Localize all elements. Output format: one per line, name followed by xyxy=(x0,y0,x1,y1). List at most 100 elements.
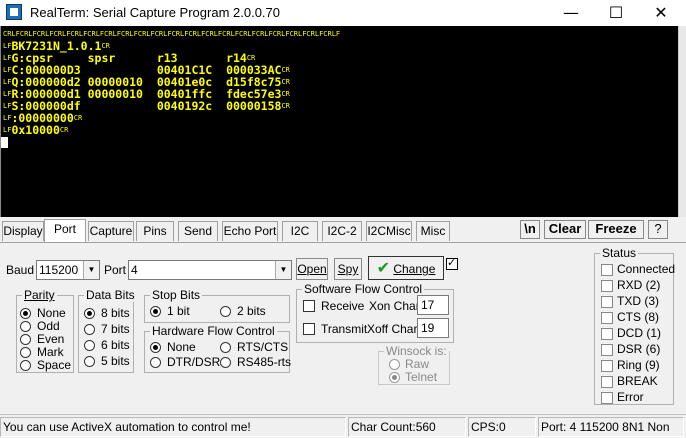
tab-pins[interactable]: Pins xyxy=(136,221,174,241)
control-char: CR xyxy=(281,66,290,74)
data-bits-5-radio[interactable] xyxy=(84,356,95,367)
control-char-run: CRLFCRLFCRLFCRLFCRLFCRLFCRLFCRLFCRLFCRLF… xyxy=(3,30,341,38)
stop-bits-2-label: 2 bits xyxy=(237,304,266,318)
char-count: Char Count:560 xyxy=(348,417,466,437)
winsock-telnet-radio[interactable] xyxy=(389,372,400,383)
stop-bits-title: Stop Bits xyxy=(150,288,203,302)
maximize-button[interactable]: ☐ xyxy=(593,0,639,26)
xon-input[interactable]: 17 xyxy=(417,295,449,315)
tab-i2c-2[interactable]: I2C-2 xyxy=(322,221,362,241)
control-char: CR xyxy=(59,126,69,134)
baud-select[interactable]: 115200 ▼ xyxy=(36,260,100,280)
sw-flow-title: Software Flow Control xyxy=(302,282,425,296)
status-label: BREAK xyxy=(617,374,658,388)
newline-button[interactable]: \n xyxy=(520,220,540,239)
terminal-line: LF0x10000CR xyxy=(3,124,68,136)
tab-capture[interactable]: Capture xyxy=(88,221,134,241)
status-label: DSR (6) xyxy=(617,342,661,356)
tab-display[interactable]: Display xyxy=(2,221,44,241)
baud-label: Baud xyxy=(6,263,35,277)
terminal-display[interactable]: CRLFCRLFCRLFCRLFCRLFCRLFCRLFCRLFCRLFCRLF… xyxy=(0,26,678,217)
control-char: CR xyxy=(101,42,110,50)
parity-mark-radio[interactable] xyxy=(20,347,31,358)
tab-i2cmisc[interactable]: I2CMisc xyxy=(366,221,412,241)
chevron-down-icon[interactable]: ▼ xyxy=(83,261,99,279)
data-bits-group: Data Bits 8 bits 7 bits 6 bits 5 bits xyxy=(78,288,137,373)
status-group: Status Connected RXD (2) TXD (3) CTS (8) DCD… xyxy=(594,246,676,405)
status-message: You can use ActiveX automation to contro… xyxy=(0,417,346,437)
xoff-input[interactable]: 19 xyxy=(417,318,449,338)
status-label: Connected xyxy=(617,262,676,276)
freeze-button[interactable]: Freeze xyxy=(588,220,644,239)
status-indicator xyxy=(601,344,613,356)
status-label: Error xyxy=(617,390,644,404)
hw-flow-rs485-radio[interactable] xyxy=(220,357,231,368)
data-bits-title: Data Bits xyxy=(84,288,137,302)
data-bits-8-radio[interactable] xyxy=(84,308,95,319)
close-button[interactable]: ✕ xyxy=(638,0,684,26)
data-bits-7-radio[interactable] xyxy=(84,324,95,335)
hw-flow-none-label: None xyxy=(167,340,196,354)
app-icon xyxy=(6,4,22,20)
parity-even-label: Even xyxy=(37,332,65,346)
parity-odd-label: Odd xyxy=(37,319,60,333)
status-label: RXD (2) xyxy=(617,278,661,292)
hw-flow-rs485-label: RS485-rts xyxy=(237,355,292,369)
parity-none-radio[interactable] xyxy=(20,308,31,319)
status-indicator xyxy=(601,280,613,292)
status-label: DCD (1) xyxy=(617,326,661,340)
parity-none-label: None xyxy=(37,306,66,320)
terminal-scrollbar[interactable] xyxy=(678,26,686,217)
winsock-telnet-label: Telnet xyxy=(405,370,438,384)
spy-button[interactable]: Spy xyxy=(334,258,362,280)
minimize-button[interactable]: — xyxy=(548,0,594,26)
status-label: Ring (9) xyxy=(617,358,660,372)
title-bar: RealTerm: Serial Capture Program 2.0.0.7… xyxy=(0,0,686,26)
control-char: CR xyxy=(281,78,290,86)
control-char: CR xyxy=(73,114,83,122)
sw-flow-receive-checkbox[interactable] xyxy=(303,300,315,312)
parity-space-label: Space xyxy=(37,358,72,372)
open-button[interactable]: Open xyxy=(296,258,328,280)
change-checkbox[interactable]: ✓ xyxy=(446,256,458,270)
hw-flow-dtrdsr-radio[interactable] xyxy=(150,357,161,368)
tab-misc[interactable]: Misc xyxy=(416,221,450,241)
data-bits-8-label: 8 bits xyxy=(101,306,130,320)
status-indicator xyxy=(601,392,613,404)
data-bits-5-label: 5 bits xyxy=(101,354,130,368)
port-select[interactable]: 4 ▼ xyxy=(128,260,292,280)
status-indicator xyxy=(601,376,613,388)
hw-flow-group: Hardware Flow Control None RTS/CTS DTR/D… xyxy=(144,324,292,373)
parity-group: Parity None Odd Even Mark Space xyxy=(16,288,74,373)
hw-flow-rtscts-radio[interactable] xyxy=(220,342,231,353)
status-indicator xyxy=(601,360,613,372)
tab-send[interactable]: Send xyxy=(178,221,218,241)
data-bits-7-label: 7 bits xyxy=(101,322,130,336)
port-panel: Baud 115200 ▼ Port 4 ▼ Open Spy ✔ Change… xyxy=(0,242,686,412)
parity-odd-radio[interactable] xyxy=(20,321,31,332)
status-label: CTS (8) xyxy=(617,310,659,324)
tab-echo-port[interactable]: Echo Port xyxy=(222,221,278,241)
status-bar: You can use ActiveX automation to contro… xyxy=(0,414,686,438)
data-bits-6-radio[interactable] xyxy=(84,340,95,351)
stop-bits-2-radio[interactable] xyxy=(220,306,231,317)
parity-title: Parity xyxy=(22,288,57,302)
winsock-raw-radio[interactable] xyxy=(389,359,400,370)
hw-flow-none-radio[interactable] xyxy=(150,342,161,353)
change-button[interactable]: ✔ Change xyxy=(368,256,444,280)
hw-flow-title: Hardware Flow Control xyxy=(150,324,277,338)
tab-i2c[interactable]: I2C xyxy=(282,221,318,241)
parity-even-radio[interactable] xyxy=(20,334,31,345)
help-button[interactable]: ? xyxy=(648,220,668,239)
window-title: RealTerm: Serial Capture Program 2.0.0.7… xyxy=(30,5,281,20)
tab-port[interactable]: Port xyxy=(44,219,86,242)
hw-flow-dtrdsr-label: DTR/DSR xyxy=(167,355,221,369)
status-indicator xyxy=(601,296,613,308)
stop-bits-1-radio[interactable] xyxy=(150,306,161,317)
stop-bits-group: Stop Bits 1 bit 2 bits xyxy=(144,288,290,323)
clear-button[interactable]: Clear xyxy=(544,220,586,239)
chevron-down-icon[interactable]: ▼ xyxy=(275,261,291,279)
sw-flow-transmit-checkbox[interactable] xyxy=(303,323,315,335)
xon-label: Xon Char: xyxy=(369,299,424,313)
parity-space-radio[interactable] xyxy=(20,360,31,371)
